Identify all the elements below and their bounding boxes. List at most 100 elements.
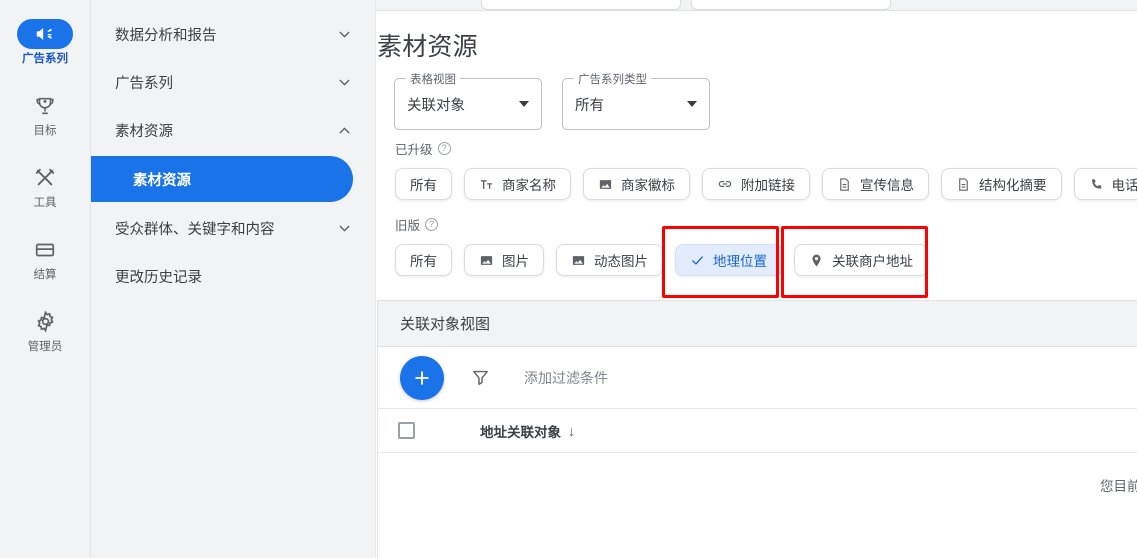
location-pin-icon <box>809 253 824 268</box>
chip-dynamic-image[interactable]: 动态图片 <box>556 244 663 276</box>
chip-label: 附加链接 <box>741 178 795 193</box>
top-cutoff-strip <box>376 0 1137 11</box>
table-view-title-text: 关联对象视图 <box>400 316 491 333</box>
admin-gear-icon <box>34 310 57 333</box>
rail-label-tools: 工具 <box>33 196 57 209</box>
sidebar-item-campaigns[interactable]: 广告系列 <box>91 58 375 106</box>
rail-pill-billing <box>17 235 73 265</box>
sidebar-label-insights-reports: 数据分析和报告 <box>115 27 217 44</box>
table-view-select-value: 关联对象 <box>407 97 465 114</box>
sidebar-sublabel-assets: 素材资源 <box>133 172 191 189</box>
image-icon <box>479 253 494 268</box>
text-format-icon <box>479 177 494 192</box>
sidebar-item-audiences-keywords-content[interactable]: 受众群体、关键字和内容 <box>91 204 375 252</box>
sidebar-label-assets: 素材资源 <box>115 123 173 140</box>
billing-card-icon <box>34 239 56 261</box>
assets-table-card: 关联对象视图 添加过滤条件 地址关联对象 ↓ 您目前还没有 <box>377 300 1137 558</box>
page-title: 素材资源 <box>377 33 478 61</box>
add-filter-label[interactable]: 添加过滤条件 <box>524 368 608 388</box>
check-icon <box>690 253 705 268</box>
filter-icon[interactable] <box>471 368 490 387</box>
chip-label: 所有 <box>410 178 437 193</box>
chip-label: 所有 <box>410 254 437 269</box>
cutoff-control-left <box>481 0 681 10</box>
chip-label: 动态图片 <box>594 254 648 269</box>
select-all-checkbox[interactable] <box>398 422 415 439</box>
tools-icon <box>34 167 56 189</box>
campaign-type-select-value: 所有 <box>575 97 604 114</box>
main-content: 素材资源 表格视图 关联对象 广告系列类型 所有 已升级 ? 所有 商家名称 商… <box>376 0 1137 558</box>
legacy-group-label: 旧版 ? <box>395 215 928 234</box>
chevron-down-icon <box>687 101 697 107</box>
chip-geo-location[interactable]: 地理位置 <box>675 244 782 276</box>
sidebar-item-change-history[interactable]: 更改历史记录 <box>91 252 375 300</box>
chip-promotion[interactable]: 宣传信息 <box>822 168 929 200</box>
app-root: 广告系列 目标 工具 结算 管理员 数据分析和报告 广告系列 素材资源 素材资源… <box>0 0 1137 558</box>
chip-label: 关联商户地址 <box>832 254 913 269</box>
rail-item-goals[interactable]: 目标 <box>0 78 91 150</box>
chip-affiliate-location[interactable]: 关联商户地址 <box>794 244 928 276</box>
chip-label: 地理位置 <box>713 254 767 269</box>
sidebar-item-insights-reports[interactable]: 数据分析和报告 <box>91 10 375 58</box>
rail-pill-campaigns <box>17 18 73 49</box>
chip-image[interactable]: 图片 <box>464 244 544 276</box>
table-filter-bar: 添加过滤条件 <box>378 347 1137 409</box>
legacy-label-text: 旧版 <box>395 219 421 233</box>
empty-state-message: 您目前还没有 <box>1100 479 1137 494</box>
chip-structured-snippet[interactable]: 结构化摘要 <box>941 168 1062 200</box>
document-icon <box>837 177 852 192</box>
rail-label-billing: 结算 <box>33 268 57 281</box>
chevron-up-icon <box>336 122 353 139</box>
filter-selects: 表格视图 关联对象 广告系列类型 所有 <box>394 71 710 130</box>
chip-business-name[interactable]: 商家名称 <box>464 168 571 200</box>
document-icon <box>956 177 971 192</box>
upgraded-label-text: 已升级 <box>395 143 433 157</box>
rail-pill-admin <box>17 307 73 337</box>
help-icon[interactable]: ? <box>437 142 451 155</box>
sidebar-item-assets[interactable]: 素材资源 <box>91 106 375 154</box>
campaign-megaphone-icon <box>34 23 56 45</box>
chip-label: 结构化摘要 <box>979 178 1047 193</box>
campaign-type-select-legend: 广告系列类型 <box>574 71 651 87</box>
rail-label-campaigns: 广告系列 <box>22 52 68 65</box>
chevron-down-icon <box>519 101 529 107</box>
help-icon[interactable]: ? <box>425 218 439 231</box>
rail-label-goals: 目标 <box>33 124 57 137</box>
link-icon <box>717 176 733 192</box>
add-asset-button[interactable] <box>400 355 444 400</box>
campaign-type-select[interactable]: 广告系列类型 所有 <box>562 71 710 130</box>
chip-label: 商家徽标 <box>621 178 675 193</box>
rail-item-campaigns[interactable]: 广告系列 <box>0 6 91 78</box>
chevron-down-icon <box>336 220 353 237</box>
legacy-assets-section: 旧版 ? 所有 图片 动态图片 地理位置 关联商户地址 <box>395 215 928 276</box>
table-empty-state: 您目前还没有 + 创建 <box>378 453 1137 558</box>
column-header-label: 地址关联对象 <box>480 424 561 440</box>
table-column-header-row: 地址关联对象 ↓ <box>378 409 1137 453</box>
chip-business-logo[interactable]: 商家徽标 <box>583 168 690 200</box>
chip-legacy-all[interactable]: 所有 <box>395 244 452 276</box>
sidebar-label-audiences: 受众群体、关键字和内容 <box>115 221 275 238</box>
chip-label: 商家名称 <box>502 178 556 193</box>
cutoff-control-right <box>691 0 891 10</box>
chip-label: 电话 <box>1111 178 1137 193</box>
rail-item-admin[interactable]: 管理员 <box>0 294 91 366</box>
upgraded-assets-section: 已升级 ? 所有 商家名称 商家徽标 附加链接 宣传信息 结构化摘要 电话 <box>395 139 1137 200</box>
chip-label: 图片 <box>502 254 529 269</box>
sidebar-label-campaigns: 广告系列 <box>115 75 173 92</box>
column-header-address-asset[interactable]: 地址关联对象 ↓ <box>480 421 575 441</box>
table-view-select[interactable]: 表格视图 关联对象 <box>394 71 542 130</box>
rail-item-billing[interactable]: 结算 <box>0 222 91 294</box>
chip-sitelink[interactable]: 附加链接 <box>702 168 810 200</box>
rail-item-tools[interactable]: 工具 <box>0 150 91 222</box>
goals-trophy-icon <box>34 95 56 117</box>
primary-nav-rail: 广告系列 目标 工具 结算 管理员 <box>0 0 91 558</box>
sidebar-label-change-history: 更改历史记录 <box>115 269 202 286</box>
image-icon <box>571 253 586 268</box>
upgraded-chip-row: 所有 商家名称 商家徽标 附加链接 宣传信息 结构化摘要 电话 <box>395 168 1137 200</box>
sidebar-subitem-assets[interactable]: 素材资源 <box>91 156 353 202</box>
upgraded-group-label: 已升级 ? <box>395 139 1137 158</box>
chevron-down-icon <box>336 26 353 43</box>
chip-phone[interactable]: 电话 <box>1073 168 1137 200</box>
phone-icon <box>1089 177 1104 192</box>
chip-upgraded-all[interactable]: 所有 <box>395 168 452 200</box>
